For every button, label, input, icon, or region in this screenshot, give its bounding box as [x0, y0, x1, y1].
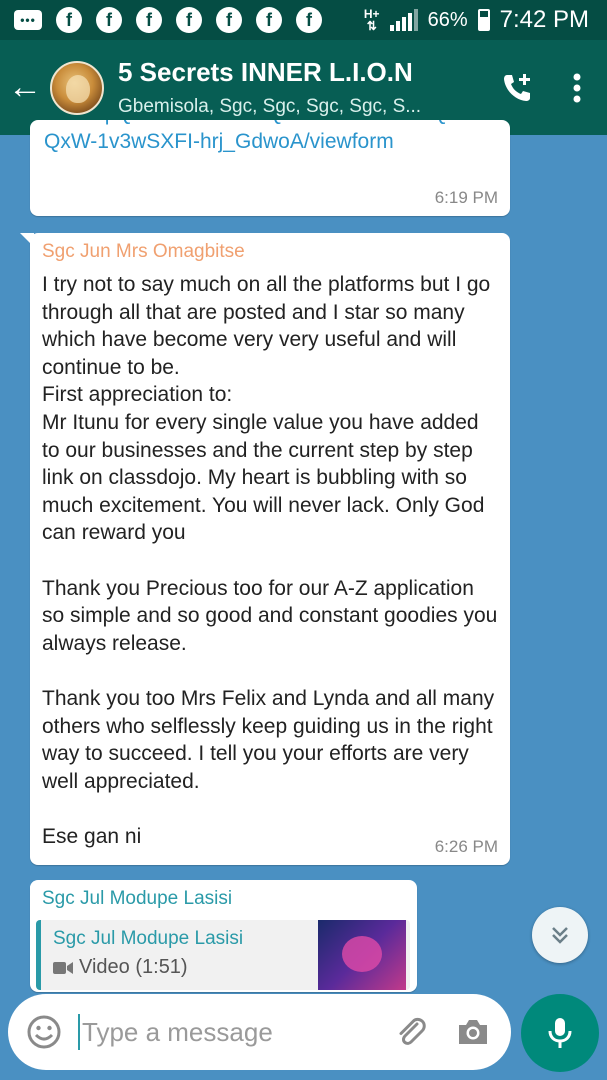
message-bubble[interactable]: Sgc Jun Mrs Omagbitse I try not to say m…	[20, 233, 510, 865]
system-indicators: H+ ⇅ 66% 7:42 PM	[364, 0, 589, 40]
message-link[interactable]: e/1FAIpQLSfEFeCCtPBQKIFJxTGOkH6LQNCUQxW-…	[44, 120, 496, 156]
chat-title-block[interactable]: 5 Secrets INNER L.I.O.N Gbemisola, Sgc, …	[118, 57, 487, 118]
attach-button[interactable]	[389, 1010, 433, 1054]
microphone-icon	[548, 1018, 572, 1048]
message-time: 6:26 PM	[434, 837, 498, 856]
group-name: 5 Secrets INNER L.I.O.N	[118, 57, 413, 87]
message-composer: Type a message	[8, 994, 511, 1070]
facebook-notification-icon: f	[96, 7, 122, 33]
camera-icon	[459, 1020, 487, 1044]
battery-icon	[477, 9, 490, 31]
clock: 7:42 PM	[499, 6, 589, 33]
facebook-notification-icon: f	[256, 7, 282, 33]
quoted-text: Video (1:51)	[79, 956, 188, 978]
message-text: I try not to say much on all the platfor…	[42, 273, 498, 848]
message-sender[interactable]: Sgc Jun Mrs Omagbitse	[42, 241, 498, 263]
group-members: Gbemisola, Sgc, Sgc, Sgc, Sgc, S...	[118, 96, 422, 117]
scroll-to-bottom-button[interactable]	[532, 907, 588, 963]
double-chevron-down-icon	[552, 927, 568, 944]
network-type: H+ ⇅	[363, 7, 380, 33]
facebook-notification-icon: f	[296, 7, 322, 33]
menu-button[interactable]	[547, 40, 607, 135]
facebook-notification-icon: f	[176, 7, 202, 33]
camera-button[interactable]	[451, 1010, 495, 1054]
emoji-button[interactable]	[24, 1012, 64, 1052]
message-input[interactable]: Type a message	[82, 1017, 371, 1048]
battery-percent: 66%	[427, 8, 468, 31]
facebook-notification-icon: f	[216, 7, 242, 33]
phone-plus-icon	[504, 73, 530, 101]
message-time: 6:19 PM	[434, 188, 498, 207]
message-notification-icon: •••	[14, 10, 42, 30]
paperclip-icon	[399, 1017, 426, 1045]
voice-message-button[interactable]	[521, 994, 599, 1072]
quoted-message[interactable]: Sgc Jul Modupe Lasisi Video (1:51)	[36, 920, 410, 990]
video-thumbnail	[318, 920, 406, 990]
video-camera-icon	[53, 961, 73, 974]
more-vert-icon	[573, 73, 581, 102]
signal-icon	[389, 9, 418, 31]
facebook-notification-icon: f	[56, 7, 82, 33]
emoji-icon	[27, 1015, 61, 1049]
text-cursor	[78, 1014, 80, 1050]
message-bubble[interactable]: e/1FAIpQLSfEFeCCtPBQKIFJxTGOkH6LQNCUQxW-…	[30, 120, 510, 216]
message-bubble[interactable]: Sgc Jul Modupe Lasisi Sgc Jul Modupe Las…	[30, 880, 417, 992]
status-bar: ••• f f f f f f f H+ ⇅ 66% 7:42 PM	[0, 0, 607, 40]
arrow-left-icon: ←	[8, 68, 42, 106]
message-sender[interactable]: Sgc Jul Modupe Lasisi	[42, 888, 405, 910]
network-label: H+	[363, 7, 380, 21]
notification-icons: ••• f f f f f f f	[14, 7, 322, 33]
facebook-notification-icon: f	[136, 7, 162, 33]
group-avatar[interactable]	[50, 60, 104, 115]
